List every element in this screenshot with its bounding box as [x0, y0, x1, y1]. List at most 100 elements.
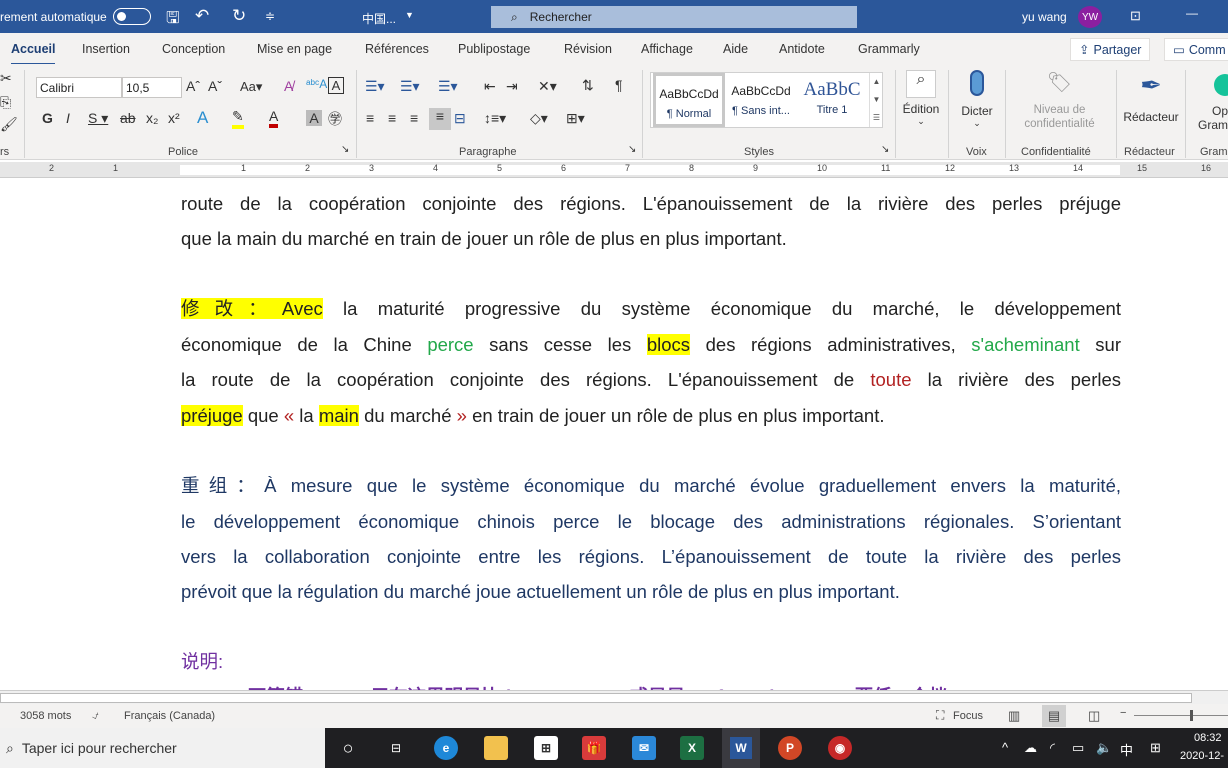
tab-grammarly[interactable]: Grammarly [858, 42, 920, 56]
taskbar-search[interactable]: ⌕ Taper ici pour rechercher [0, 728, 325, 768]
tab-aide[interactable]: Aide [723, 42, 748, 56]
phonetic-guide-icon[interactable]: ᵃᵇᶜA [306, 77, 327, 91]
multilevel-list-icon[interactable]: ☰▾ [438, 78, 458, 95]
tab-references[interactable]: Références [365, 42, 429, 56]
mail-icon[interactable]: ✉ [632, 736, 656, 760]
sort-icon[interactable]: ⇅ [582, 77, 594, 94]
change-case-icon[interactable]: Aa▾ [240, 79, 262, 95]
zoom-slider[interactable] [1134, 715, 1228, 716]
edge-icon[interactable]: e [434, 736, 458, 760]
format-painter-icon[interactable]: 🖌 [0, 116, 18, 133]
word-count[interactable]: 3058 mots [20, 710, 71, 722]
numbering-icon[interactable]: ☰▾ [400, 78, 420, 95]
distributed-icon[interactable]: ⊟ [454, 110, 466, 127]
text-effects-icon[interactable]: A [197, 108, 208, 128]
align-right-icon[interactable]: ≡ [410, 110, 418, 126]
tab-publipostage[interactable]: Publipostage [458, 42, 530, 56]
clock-time[interactable]: 08:32 [1194, 732, 1222, 744]
focus-button[interactable]: Focus [953, 710, 983, 722]
clear-formatting-icon[interactable]: A̸ [284, 78, 293, 94]
file-explorer-icon[interactable] [484, 736, 508, 760]
asian-layout-icon[interactable]: ✕▾ [538, 78, 557, 95]
undo-icon[interactable]: ↶ [195, 6, 209, 26]
font-name-select[interactable]: Calibri [36, 77, 122, 98]
tab-accueil[interactable]: Accueil [11, 42, 56, 66]
wifi-icon[interactable]: ◜ [1050, 740, 1055, 756]
scrollbar-thumb[interactable] [0, 693, 1192, 703]
autosave-toggle[interactable] [113, 8, 151, 25]
ribbon-display-icon[interactable]: ⊡ [1130, 8, 1141, 24]
horizontal-ruler[interactable]: 2 1 1 2 3 4 5 6 7 8 9 10 11 12 13 14 15 16 [0, 162, 1228, 178]
word-taskbar-button[interactable]: W [722, 728, 760, 768]
dialog-launcher-icon[interactable]: ↘ [341, 144, 349, 155]
store-icon[interactable]: ⊞ [534, 736, 558, 760]
read-mode-icon[interactable]: ▥ [1008, 708, 1020, 724]
editor-button[interactable]: ✒ Rédacteur [1120, 70, 1182, 124]
strikethrough-icon[interactable]: ab [120, 110, 136, 126]
task-view-icon[interactable]: ⊟ [384, 736, 408, 760]
dicter-button[interactable]: Dicter ⌄ [956, 70, 998, 129]
dialog-launcher-icon[interactable]: ↘ [881, 144, 889, 155]
document-title[interactable]: 中国... [362, 10, 396, 27]
excel-icon[interactable]: X [680, 736, 704, 760]
justify-icon[interactable]: ≡ [429, 108, 451, 130]
borders-icon[interactable]: ⊞▾ [566, 110, 585, 127]
subscript-icon[interactable]: x₂ [146, 110, 158, 126]
customize-toolbar-icon[interactable]: ≑ [265, 9, 275, 23]
italic-icon[interactable]: I [66, 110, 70, 126]
volume-icon[interactable]: 🔈 [1096, 740, 1112, 756]
bold-icon[interactable]: G [42, 110, 53, 126]
tab-affichage[interactable]: Affichage [641, 42, 693, 56]
horizontal-scrollbar[interactable] [0, 690, 1228, 704]
align-center-icon[interactable]: ≡ [388, 110, 396, 126]
grammarly-button[interactable]: Op Gram [1196, 70, 1228, 132]
tab-mise-en-page[interactable]: Mise en page [257, 42, 332, 56]
bullets-icon[interactable]: ☰▾ [365, 78, 385, 95]
copy-icon[interactable]: ⎘ [0, 94, 11, 111]
print-layout-icon[interactable]: ▤ [1042, 705, 1066, 727]
shading-icon[interactable]: ◇▾ [530, 110, 548, 127]
minimize-icon[interactable]: — [1186, 6, 1198, 20]
comments-button[interactable]: ▭ Comm [1164, 38, 1228, 61]
share-button[interactable]: ⇪ Partager [1070, 38, 1151, 61]
enclose-characters-icon[interactable]: ㊫ [328, 109, 342, 129]
underline-icon[interactable]: S ▾ [88, 110, 108, 127]
battery-icon[interactable]: ▭ [1072, 740, 1084, 756]
redo-icon[interactable]: ↻ [232, 6, 246, 26]
tab-conception[interactable]: Conception [162, 42, 225, 56]
recorder-icon[interactable]: ◉ [828, 736, 852, 760]
ime-mode-icon[interactable]: ⊞ [1150, 740, 1161, 756]
language[interactable]: Français (Canada) [124, 710, 215, 722]
character-shading-icon[interactable]: A [306, 110, 322, 126]
grow-font-icon[interactable]: Aˆ [186, 78, 200, 94]
chevron-down-icon[interactable]: ▼ [405, 10, 414, 20]
show-marks-icon[interactable]: ¶ [615, 77, 623, 93]
powerpoint-icon[interactable]: P [778, 736, 802, 760]
style-no-spacing[interactable]: AaBbCcDd ¶ Sans int... [725, 73, 797, 127]
shrink-font-icon[interactable]: Aˇ [208, 78, 222, 94]
zoom-out-icon[interactable]: − [1120, 707, 1126, 719]
edition-button[interactable]: ⌕ Édition ⌄ [900, 70, 942, 127]
character-border-icon[interactable]: A [328, 77, 344, 94]
increase-indent-icon[interactable]: ⇥ [506, 78, 518, 95]
cut-icon[interactable]: ✂ [0, 70, 12, 87]
style-normal[interactable]: AaBbCcDd ¶ Normal [653, 73, 725, 127]
superscript-icon[interactable]: x² [168, 110, 180, 126]
clock-date[interactable]: 2020-12- [1180, 750, 1224, 762]
web-layout-icon[interactable]: ◫ [1088, 708, 1100, 724]
tab-antidote[interactable]: Antidote [779, 42, 825, 56]
cortana-icon[interactable]: ○ [336, 736, 360, 760]
document-page[interactable]: route de la coopération conjointe des ré… [0, 178, 1228, 690]
line-spacing-icon[interactable]: ↕≡▾ [484, 110, 506, 127]
avatar[interactable]: YW [1078, 6, 1102, 28]
ime-indicator[interactable]: 中 [1120, 740, 1133, 759]
styles-scroll[interactable]: ▲ ▼ ☰ [869, 73, 883, 127]
highlight-icon[interactable]: ✎ [232, 108, 244, 129]
style-heading-1[interactable]: AaBbC Titre 1 [797, 73, 867, 127]
search-box[interactable]: ⌕ Rechercher [491, 6, 857, 28]
sensitivity-button[interactable]: 🏷 Niveau de confidentialité [1012, 70, 1107, 130]
proofing-icon[interactable]: ⍻ [92, 708, 99, 723]
show-hidden-icons[interactable]: ^ [1002, 740, 1008, 755]
zoom-slider-thumb[interactable] [1190, 710, 1193, 721]
font-size-select[interactable]: 10,5 [122, 77, 182, 98]
